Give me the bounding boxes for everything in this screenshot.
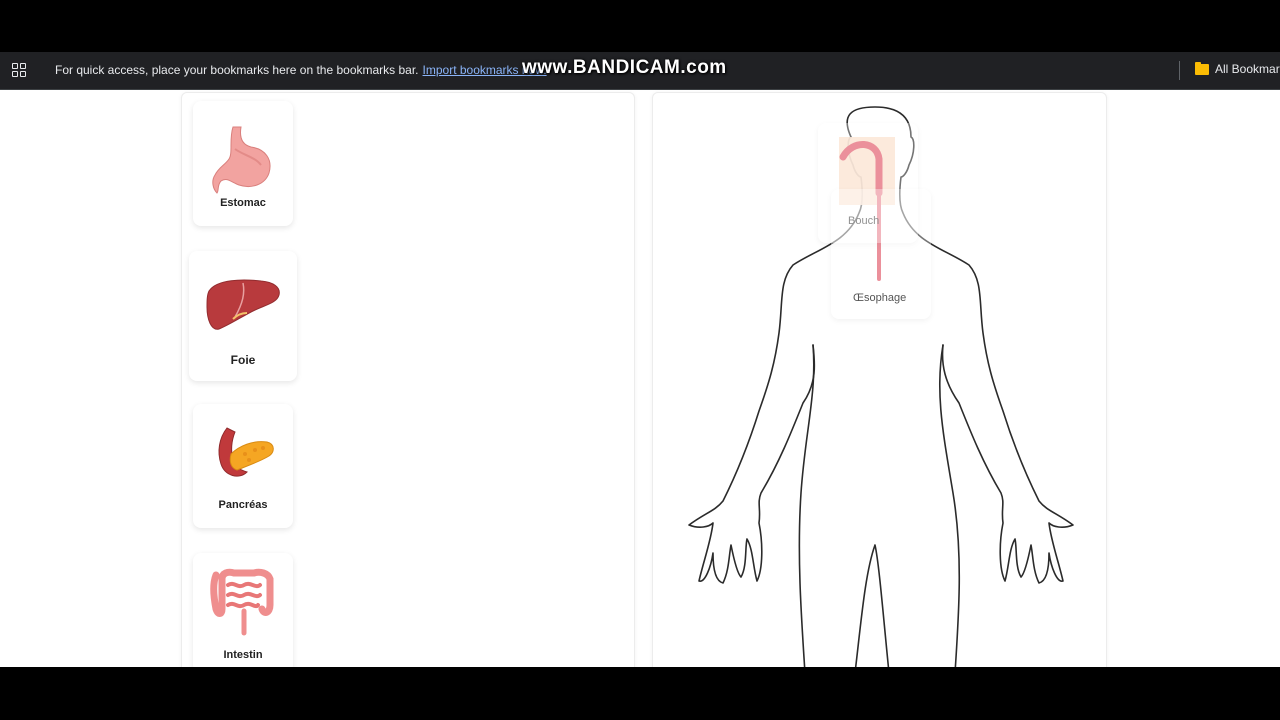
all-bookmarks-label: All Bookmark [1215,62,1280,76]
liver-icon [206,279,280,330]
organ-card-estomac[interactable]: Estomac [193,101,293,226]
organ-card-label: Intestin [223,649,263,661]
all-bookmarks-button[interactable]: All Bookmark [1195,61,1280,76]
bookmarks-message: For quick access, place your bookmarks h… [55,63,547,77]
organ-palette-panel: Estomac Foie Pancréas Intestin [181,92,635,667]
organ-card-foie[interactable]: Foie [189,251,297,381]
placed-card-oesophage-label: Œsophage [853,292,907,304]
video-letterbox-bottom [0,667,1280,720]
organ-card-label: Pancréas [218,499,268,511]
bookmarks-message-text: For quick access, place your bookmarks h… [55,63,419,77]
pancreas-icon [218,427,274,477]
organ-card-label: Estomac [220,197,266,209]
bookmarks-bar: For quick access, place your bookmarks h… [0,52,1280,90]
body-diagram-panel: Bouch Œsophage [652,92,1107,667]
organ-card-pancreas[interactable]: Pancréas [193,404,293,528]
apps-grid-icon[interactable] [12,63,26,77]
bandicam-watermark: www.BANDICAM.com [522,57,727,78]
organ-card-label: Foie [230,353,256,367]
folder-icon [1195,61,1209,75]
stomach-icon [212,126,271,194]
organ-card-intestin[interactable]: Intestin [193,553,293,667]
intestine-icon [210,568,274,636]
page-content: Estomac Foie Pancréas Intestin Bouch Œso… [0,90,1280,667]
bookmarks-separator [1179,61,1180,80]
